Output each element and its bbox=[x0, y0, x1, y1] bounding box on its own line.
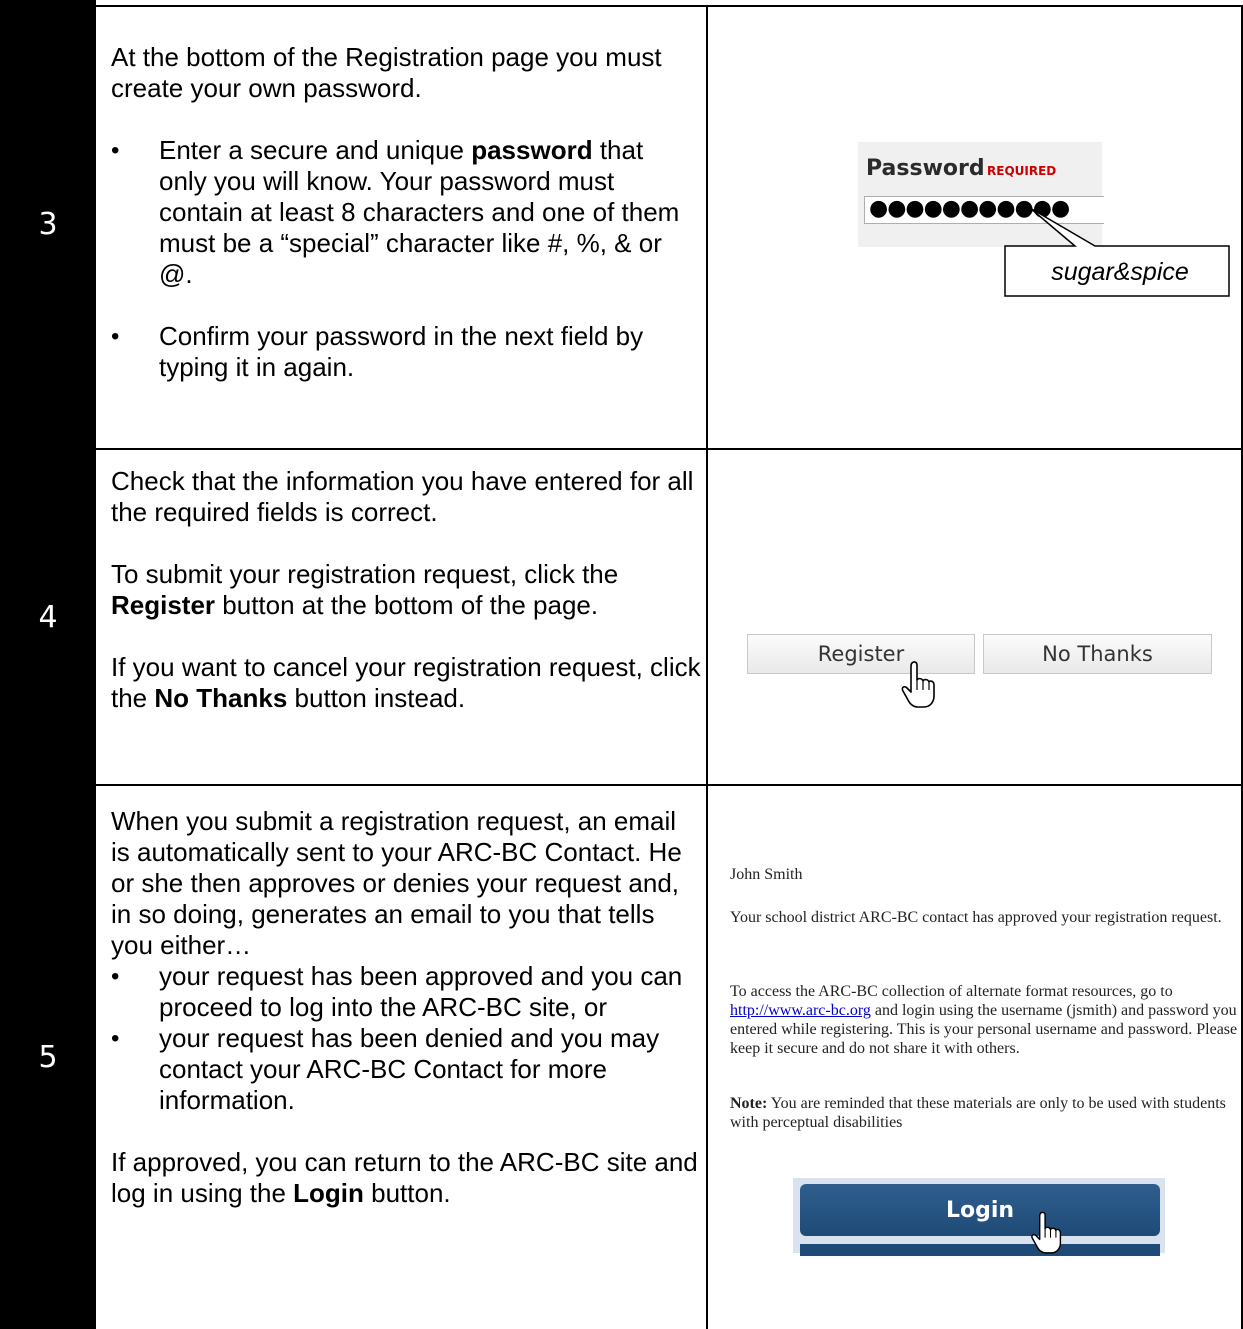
step-4-para: Check that the information you have ente… bbox=[111, 466, 694, 527]
email-paragraph: Your school district ARC-BC contact has … bbox=[730, 909, 1222, 926]
step-4-para: If you want to cancel your registration … bbox=[111, 652, 701, 713]
email-paragraph: To access the ARC-BC collection of alter… bbox=[730, 983, 1238, 1057]
no-thanks-button[interactable]: No Thanks bbox=[983, 634, 1212, 674]
login-button-shadow bbox=[800, 1244, 1160, 1256]
step-4-para: To submit your registration request, cli… bbox=[111, 559, 619, 620]
email-recipient: John Smith bbox=[730, 866, 803, 883]
callout-text: sugar&spice bbox=[1051, 258, 1189, 286]
list-item: your request has been approved and you c… bbox=[111, 961, 701, 1023]
hand-cursor-icon bbox=[1031, 1211, 1062, 1254]
step-5-outro: If approved, you can return to the ARC-B… bbox=[111, 1147, 698, 1208]
login-button[interactable]: Login bbox=[800, 1184, 1160, 1236]
step-5-text: When you submit a registration request, … bbox=[111, 806, 701, 1209]
list-item: your request has been denied and you may… bbox=[111, 1023, 701, 1116]
step-4-text: Check that the information you have ente… bbox=[111, 466, 701, 714]
hand-cursor-icon bbox=[901, 661, 935, 708]
email-note: Note: You are reminded that these materi… bbox=[730, 1095, 1226, 1131]
arc-bc-link[interactable]: http://www.arc-bc.org bbox=[730, 1002, 871, 1019]
step-5-intro: When you submit a registration request, … bbox=[111, 806, 682, 960]
register-button[interactable]: Register bbox=[747, 634, 975, 674]
instruction-table: 3 4 5 At the bottom of the Registration … bbox=[0, 0, 1243, 1329]
